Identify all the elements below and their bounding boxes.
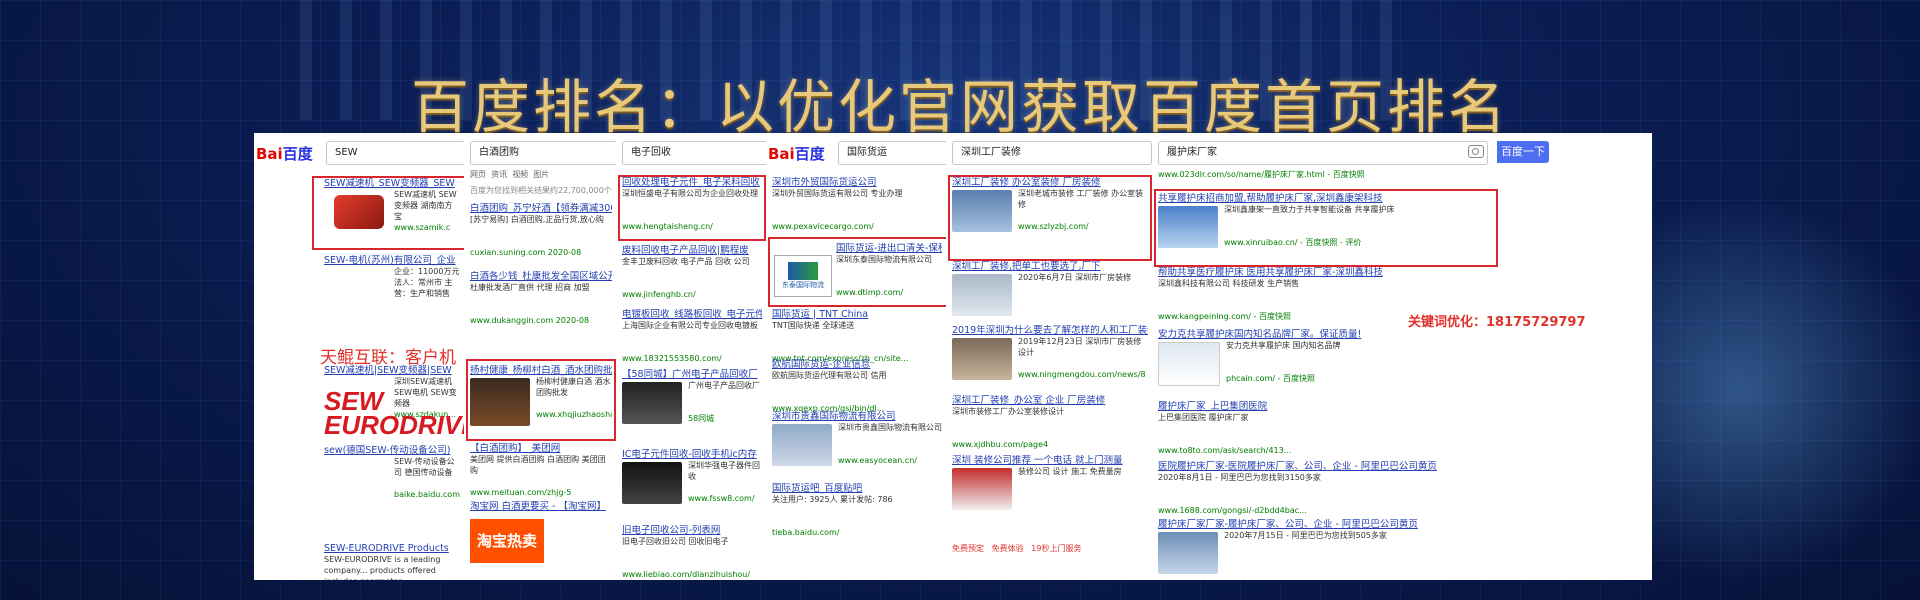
panel-baijiu: 白酒团购 网页 资讯 视频 图片 百度为您找到相关结果约22,700,000个 …: [464, 133, 617, 580]
screenshot-collage: Bai百度 SEW SEW减速机_SEW变频器_SEW SEW减速机 SEW变频…: [254, 133, 1652, 580]
baidu-logo: Bai百度: [768, 145, 825, 163]
result-item[interactable]: 履护床厂家厂家-履护床厂家、公司、企业 - 阿里巴巴公司黄页 2020年7月15…: [1158, 519, 1648, 574]
result-item[interactable]: 欧航国际货运-企业信息 欧航国际货运代理有限公司 信用 www.xqexp.co…: [772, 359, 942, 414]
truck-image: [952, 468, 1012, 510]
result-item[interactable]: IC电子元件回收-回收手机ic内存 深圳华强电子器件回收 www.fssw8.c…: [622, 449, 762, 504]
search-tabs: 网页 资讯 视频 图片: [470, 169, 549, 180]
result-item[interactable]: 医院履护床厂家-医院履护床厂家、公司、企业 - 阿里巴巴公司黄页 2020年8月…: [1158, 461, 1648, 516]
bed-image: [1158, 532, 1218, 574]
result-item[interactable]: 共享履护床招商加盟,帮助履护床厂家,深圳鑫康架科技 深圳鑫康架一直致力于共享智能…: [1158, 193, 1648, 248]
warehouse-image: [772, 424, 832, 466]
panel-factory-renovation: 深圳工厂装修 深圳工厂装修 办公室装修 厂房装修 深圳老城市装修 工厂装修 办公…: [946, 133, 1153, 580]
search-input[interactable]: 国际货运: [838, 141, 946, 165]
result-item[interactable]: 旧电子回收公司-列表网 旧电子回收旧公司 回收旧电子 www.liebiao.c…: [622, 525, 762, 580]
result-item[interactable]: 深圳工厂装修_办公室 企业 厂房装修 深圳市装修工厂办公室装修设计 www.xj…: [952, 395, 1148, 450]
office-image: [952, 190, 1012, 232]
result-item[interactable]: 白酒团购_苏宁好酒【领券满减300减 [苏宁易购] 白酒团购,正品行货,放心购 …: [470, 203, 612, 258]
keyword-optimization-label: 关键词优化：18175729797: [1408, 315, 1586, 330]
search-input[interactable]: 履护床厂家: [1158, 141, 1488, 165]
result-item[interactable]: 国际货运-进出口清关-保税仓储-中港 深圳东泰国际物流有限公司 www.dtim…: [836, 243, 942, 298]
result-item[interactable]: 深圳工厂装修 办公室装修 厂房装修 深圳老城市装修 工厂装修 办公室装修 www…: [952, 177, 1148, 232]
panel-freight: Bai百度 国际货运 深圳市外贸国际货运公司 深圳外贸国际货运有限公司 专业办理…: [766, 133, 947, 580]
result-item[interactable]: 扬村健康_杨柳村白酒_酒水团购批发 杨柳村健康白酒 酒水团购批发 www.xhq…: [470, 365, 612, 426]
promo-row: 免费预定 免费体验 19秒上门服务: [952, 543, 1148, 554]
result-item[interactable]: SEW减速机_SEW变频器_SEW SEW减速机 SEW变频器 湖南南方宝 ww…: [324, 178, 460, 233]
camera-icon[interactable]: [1468, 145, 1484, 158]
result-item[interactable]: 【58同城】广州电子产品回收厂 广州电子产品回收厂 58同城: [622, 369, 762, 424]
ic-chip-image: [622, 462, 682, 504]
page-headline: 百度排名：以优化官网获取百度首页排名: [410, 73, 1509, 141]
panel-e-recycling: 电子回收 回收处理电子元件_电子呆料回收 深圳恒盛电子有限公司为企业回收处理 w…: [616, 133, 767, 580]
product-image: [470, 378, 530, 426]
result-item[interactable]: 电镀板回收_线路板回收_电子元件 上海国际企业有限公司专业回收电镀板 www.1…: [622, 309, 762, 364]
result-item[interactable]: 深圳市贵鑫国际物流有限公司 深圳市贵鑫国际物流有限公司 www.easyocea…: [772, 411, 942, 466]
result-item[interactable]: SEW-EURODRIVE Products SEW-EURODRIVE is …: [324, 543, 460, 580]
search-input[interactable]: SEW: [326, 141, 464, 165]
search-input[interactable]: 深圳工厂装修: [952, 141, 1152, 165]
sew-eurodrive-logo: SEW EURODRIVE: [324, 386, 465, 440]
panel-sew: Bai百度 SEW SEW减速机_SEW变频器_SEW SEW减速机 SEW变频…: [254, 133, 465, 580]
search-button[interactable]: 百度一下: [1497, 141, 1549, 163]
bed-image: [1158, 206, 1218, 248]
result-count: 百度为您找到相关结果约22,700,000个: [470, 186, 612, 195]
search-input[interactable]: 白酒团购: [470, 141, 616, 165]
result-item[interactable]: 国际货运吧_百度贴吧 关注用户: 3925人 累计发帖: 786 tieba.b…: [772, 483, 942, 538]
search-input[interactable]: 电子回收: [622, 141, 766, 165]
tab-images[interactable]: 图片: [533, 170, 549, 179]
tab-web[interactable]: 网页: [470, 170, 486, 179]
result-item[interactable]: 深圳市外贸国际货运公司 深圳外贸国际货运有限公司 专业办理 www.pexavi…: [772, 177, 942, 232]
result-item[interactable]: 2019年深圳为什么要去了解怎样的人和工厂装修 2019年12月23日 深圳市厂…: [952, 325, 1148, 380]
result-item[interactable]: 白酒各少钱_杜康批发全国区域公开征 杜康批发酒厂直供 代理 招商 加盟 www.…: [470, 271, 612, 326]
bed-image: [1158, 342, 1220, 386]
dongtai-logo: 东泰国际物流: [774, 255, 832, 297]
promo-tag[interactable]: 免费体验: [992, 544, 1024, 553]
result-url-line[interactable]: www.023dlr.com/so/name/履护床厂家.html - 百度快照: [1158, 169, 1648, 180]
result-item[interactable]: 履护床厂家_上巴集团医院 上巴集团医院 履护床厂家 www.to8to.com/…: [1158, 401, 1648, 456]
result-item[interactable]: 国际货运 | TNT China TNT国际快递 全球递送 www.tnt.co…: [772, 309, 942, 364]
result-item[interactable]: 废料回收电子产品回收|鹏程废 金丰卫废料回收 电子产品 回收 公司 www.ji…: [622, 245, 762, 300]
electronics-image: [622, 382, 682, 424]
baidu-logo: Bai百度: [256, 145, 313, 163]
result-item[interactable]: 深圳工厂装修,把单工也要选了,厂下 2020年6月7日 深圳市厂房装修: [952, 261, 1148, 316]
tab-news[interactable]: 资讯: [491, 170, 507, 179]
tab-video[interactable]: 视频: [512, 170, 528, 179]
result-item[interactable]: 淘宝网 白酒更要买 - 【淘宝网】: [470, 501, 612, 512]
result-item[interactable]: 【白酒团购】_美团网 美团网 提供白酒团购 白酒团购 美团团购 www.meit…: [470, 443, 612, 498]
panel-care-bed: 履护床厂家 百度一下 www.023dlr.com/so/name/履护床厂家.…: [1152, 133, 1652, 580]
promo-tag[interactable]: 免费预定: [952, 544, 984, 553]
result-item[interactable]: SEW-电机(苏州)有限公司_企业 企业：11000万元 法人：常州市 主营：生…: [324, 255, 460, 299]
taobao-banner[interactable]: 淘宝热卖: [470, 519, 544, 563]
promo-tag[interactable]: 19秒上门服务: [1031, 544, 1081, 553]
result-item[interactable]: sew(德国SEW-传动设备公司) SEW-传动设备公司 德国传动设备 baik…: [324, 445, 460, 500]
workshop-image: [952, 338, 1012, 380]
result-item[interactable]: 回收处理电子元件_电子呆料回收 深圳恒盛电子有限公司为企业回收处理 www.he…: [622, 177, 762, 232]
result-item[interactable]: 安力克共享履护床国内知名品牌厂家。保证质量! 安力克共享履护床 国内知名品牌 p…: [1158, 329, 1472, 386]
factory-image: [952, 274, 1012, 316]
result-item[interactable]: 深圳 装修公司推荐 一个电话 就上门测量 装修公司 设计 施工 免费量房: [952, 455, 1148, 510]
